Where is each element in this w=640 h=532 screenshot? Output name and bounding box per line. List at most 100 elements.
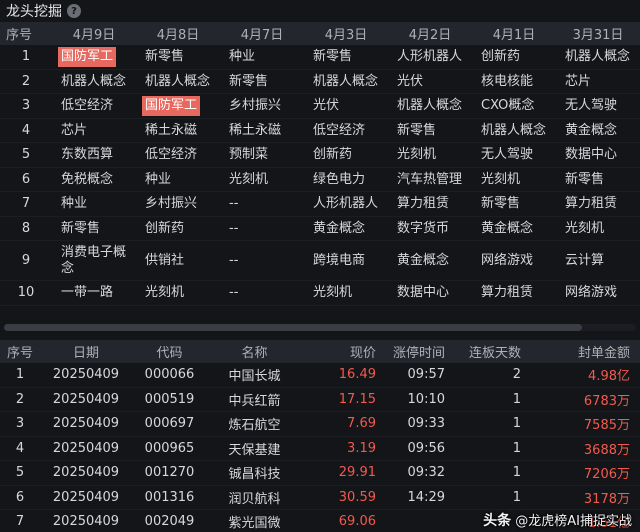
sector-name[interactable]: 光伏	[310, 96, 342, 116]
sector-name[interactable]: --	[226, 251, 241, 271]
sector-cell[interactable]: 种业	[220, 45, 304, 69]
sector-cell[interactable]: 新零售	[556, 168, 640, 192]
sector-cell[interactable]: 数据中心	[556, 143, 640, 167]
stock-row[interactable]: 2 20250409 000519 中兵红箭 17.15 10:10 1 6783万	[0, 388, 640, 412]
sector-name[interactable]: 黄金概念	[562, 120, 620, 140]
column-header-d[interactable]: 日期	[40, 342, 132, 361]
sector-name[interactable]: 国防军工	[142, 95, 201, 116]
sector-cell[interactable]: 机器人概念	[304, 70, 388, 94]
sector-cell[interactable]: 免税概念	[52, 168, 136, 192]
stock-row[interactable]: 3 20250409 000697 炼石航空 7.69 09:33 1 7585万	[0, 412, 640, 437]
sector-name[interactable]: 新零售	[310, 47, 355, 67]
sector-cell[interactable]: 网络游戏	[472, 241, 556, 280]
sector-name[interactable]: 人形机器人	[394, 47, 465, 67]
sector-name[interactable]: 低空经济	[142, 145, 200, 165]
sector-cell[interactable]: 创新药	[304, 143, 388, 167]
sector-name[interactable]: 低空经济	[310, 120, 368, 140]
sector-name[interactable]: 新零售	[478, 194, 523, 214]
column-header-time[interactable]: 涨停时间	[376, 342, 445, 361]
sector-name[interactable]: 乡村振兴	[142, 194, 200, 214]
sector-name[interactable]: 创新药	[142, 218, 187, 238]
column-header-amt[interactable]: 封单金额	[521, 342, 638, 361]
sector-name[interactable]: 光刻机	[478, 169, 523, 189]
sector-cell[interactable]: 光刻机	[388, 143, 472, 167]
sector-name[interactable]: 光刻机	[142, 283, 187, 303]
sector-cell[interactable]: 算力租赁	[472, 281, 556, 305]
sector-name[interactable]: 种业	[142, 169, 174, 189]
sector-name[interactable]: 绿色电力	[310, 169, 368, 189]
sector-name[interactable]: 免税概念	[58, 169, 116, 189]
sector-cell[interactable]: 新零售	[220, 70, 304, 94]
sector-cell[interactable]: 供销社	[136, 241, 220, 280]
sector-cell[interactable]: CXO概念	[472, 94, 556, 118]
sector-row[interactable]: 9 消费电子概念 供销社 -- 跨境电商 黄金概念 网络游戏 云计算	[0, 241, 640, 281]
sector-cell[interactable]: 国防军工	[136, 94, 220, 118]
sector-cell[interactable]: 低空经济	[52, 94, 136, 118]
sector-cell[interactable]: 光伏	[304, 94, 388, 118]
column-header-7[interactable]: 3月31日	[556, 22, 640, 45]
sector-cell[interactable]: 云计算	[556, 241, 640, 280]
sector-row[interactable]: 2 机器人概念 机器人概念 新零售 机器人概念 光伏 核电核能 芯片	[0, 70, 640, 94]
column-header-name[interactable]: 名称	[207, 342, 302, 361]
sector-name[interactable]: 黄金概念	[310, 218, 368, 238]
sector-name[interactable]: 网络游戏	[562, 283, 620, 303]
sector-cell[interactable]: --	[220, 217, 304, 241]
sector-cell[interactable]: 光刻机	[220, 168, 304, 192]
stock-row[interactable]: 1 20250409 000066 中国长城 16.49 09:57 2 4.98亿	[0, 363, 640, 388]
sector-name[interactable]: 光刻机	[394, 145, 439, 165]
sector-cell[interactable]: 黄金概念	[304, 217, 388, 241]
sector-cell[interactable]: 消费电子概念	[52, 241, 136, 280]
sector-cell[interactable]: 低空经济	[304, 119, 388, 143]
sector-cell[interactable]: 光伏	[388, 70, 472, 94]
sector-name[interactable]: 创新药	[310, 145, 355, 165]
sector-cell[interactable]: 黄金概念	[472, 217, 556, 241]
sector-cell[interactable]: --	[220, 281, 304, 305]
sector-name[interactable]: 光刻机	[310, 283, 355, 303]
sector-cell[interactable]: 绿色电力	[304, 168, 388, 192]
horizontal-scrollbar[interactable]	[4, 324, 636, 331]
stock-row[interactable]: 4 20250409 000965 天保基建 3.19 09:56 1 3688万	[0, 437, 640, 461]
sector-name[interactable]: --	[226, 218, 241, 238]
sector-cell[interactable]: 乡村振兴	[136, 192, 220, 216]
sector-name[interactable]: 乡村振兴	[226, 96, 284, 116]
sector-cell[interactable]: 跨境电商	[304, 241, 388, 280]
sector-name[interactable]: 东数西算	[58, 145, 116, 165]
column-header-1[interactable]: 4月9日	[52, 22, 136, 45]
sector-name[interactable]: 低空经济	[58, 96, 116, 116]
sector-name[interactable]: 黄金概念	[394, 251, 452, 271]
sector-row[interactable]: 4 芯片 稀土永磁 稀土永磁 低空经济 新零售 机器人概念 黄金概念	[0, 119, 640, 143]
sector-name[interactable]: 机器人概念	[394, 96, 465, 116]
sector-cell[interactable]: 光刻机	[136, 281, 220, 305]
sector-cell[interactable]: 算力租赁	[388, 192, 472, 216]
sector-row[interactable]: 6 免税概念 种业 光刻机 绿色电力 汽车热管理 光刻机 新零售	[0, 168, 640, 192]
sector-cell[interactable]: 新零售	[52, 217, 136, 241]
sector-name[interactable]: --	[226, 194, 241, 214]
sector-name[interactable]: 新零售	[58, 218, 103, 238]
sector-cell[interactable]: 网络游戏	[556, 281, 640, 305]
sector-name[interactable]: CXO概念	[478, 96, 537, 116]
sector-cell[interactable]: 创新药	[472, 45, 556, 69]
sector-name[interactable]: 跨境电商	[310, 251, 368, 271]
sector-cell[interactable]: 芯片	[52, 119, 136, 143]
sector-row[interactable]: 7 种业 乡村振兴 -- 人形机器人 算力租赁 新零售 算力租赁	[0, 192, 640, 217]
sector-cell[interactable]: 稀土永磁	[136, 119, 220, 143]
stock-row[interactable]: 6 20250409 001316 润贝航科 30.59 14:29 1 3178万	[0, 486, 640, 510]
column-header-2[interactable]: 4月8日	[136, 22, 220, 45]
sector-cell[interactable]: 无人驾驶	[472, 143, 556, 167]
sector-name[interactable]: 黄金概念	[478, 218, 536, 238]
sector-name[interactable]: --	[226, 283, 241, 303]
sector-name[interactable]: 机器人概念	[310, 71, 381, 91]
sector-name[interactable]: 预制菜	[226, 145, 271, 165]
sector-name[interactable]: 算力租赁	[394, 194, 452, 214]
sector-cell[interactable]: 黄金概念	[388, 241, 472, 280]
sector-name[interactable]: 稀土永磁	[142, 120, 200, 140]
sector-cell[interactable]: 低空经济	[136, 143, 220, 167]
sector-cell[interactable]: 机器人概念	[388, 94, 472, 118]
sector-name[interactable]: 新零售	[394, 120, 439, 140]
sector-name[interactable]: 无人驾驶	[478, 145, 536, 165]
sector-cell[interactable]: 机器人概念	[52, 70, 136, 94]
sector-cell[interactable]: 机器人概念	[136, 70, 220, 94]
sector-cell[interactable]: 机器人概念	[472, 119, 556, 143]
sector-name[interactable]: 新零售	[562, 169, 607, 189]
sector-cell[interactable]: 机器人概念	[556, 45, 640, 69]
